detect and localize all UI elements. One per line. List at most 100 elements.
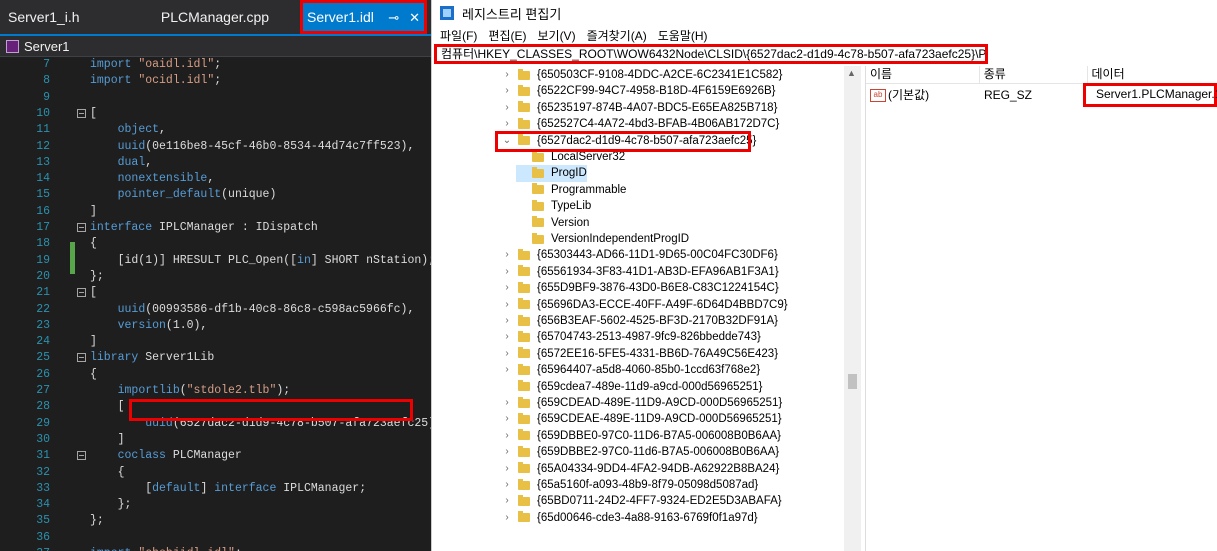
chevron-right-icon[interactable]: › <box>502 444 512 460</box>
chevron-right-icon[interactable]: › <box>502 297 512 313</box>
tree-key[interactable]: › {65BD0711-24D2-4FF7-9324-ED2E5D3ABAFA} <box>502 493 782 509</box>
chevron-right-icon[interactable]: › <box>502 510 512 526</box>
tree-key[interactable]: › {659CDEAE-489E-11D9-A9CD-000D56965251} <box>502 411 782 427</box>
tree-key[interactable]: ⌄ {6527dac2-d1d9-4c78-b507-afa723aefc25} <box>502 133 756 149</box>
tree-key[interactable]: › {650503CF-9108-4DDC-A2CE-6C2341E1C582} <box>502 67 782 83</box>
code-line[interactable]: 27 importlib("stdole2.tlb"); <box>0 383 431 399</box>
code-line[interactable]: 8 import "ocidl.idl"; <box>0 73 431 89</box>
tree-key[interactable]: › {65d00646-cde3-4a88-9163-6769f0f1a97d} <box>502 510 758 526</box>
tree-subkey[interactable]: Version <box>516 215 589 231</box>
chevron-right-icon[interactable]: › <box>502 346 512 362</box>
tab-plcmanager-cpp[interactable]: PLCManager.cpp <box>130 0 300 34</box>
collapse-icon[interactable] <box>77 353 86 363</box>
tree-key[interactable]: › {659CDEAD-489E-11D9-A9CD-000D56965251} <box>502 395 782 411</box>
tab-server1-i-h[interactable]: Server1_i.h <box>0 0 130 34</box>
tree-scrollbar[interactable]: ▲ <box>844 66 861 551</box>
pin-icon[interactable]: ⊸ <box>388 10 399 25</box>
tree-key[interactable]: › {6572EE16-5FE5-4331-BB6D-76A49C56E423} <box>502 346 778 362</box>
tree-key[interactable]: › {65235197-874B-4A07-BDC5-E65EA825B718} <box>502 100 777 116</box>
chevron-right-icon[interactable]: › <box>502 280 512 296</box>
collapse-icon[interactable] <box>77 288 86 298</box>
tree-key[interactable]: › {65a5160f-a093-48b9-8f79-05098d5087ad} <box>502 477 758 493</box>
tree-key[interactable]: › {6522CF99-94C7-4958-B18D-4F6159E6926B} <box>502 83 775 99</box>
code-line[interactable]: 9 <box>0 90 431 106</box>
code-line[interactable]: 12 uuid(0e116be8-45cf-46b0-8534-44d74c7f… <box>0 139 431 155</box>
code-line[interactable]: 34 }; <box>0 497 431 513</box>
tree-key[interactable]: › {652527C4-4A72-4bd3-BFAB-4B06AB172D7C} <box>502 116 779 132</box>
tab-server1-idl[interactable]: Server1.idl ⊸ ✕ <box>300 0 427 34</box>
code-line[interactable]: 11 object, <box>0 122 431 138</box>
chevron-right-icon[interactable]: › <box>502 83 512 99</box>
object-dropdown[interactable]: Server1 <box>0 36 431 57</box>
collapse-icon[interactable] <box>77 108 86 118</box>
chevron-right-icon[interactable]: › <box>502 247 512 263</box>
code-line[interactable]: 25 library Server1Lib <box>0 350 431 366</box>
code-line[interactable]: 30 ] <box>0 432 431 448</box>
tree-key[interactable]: › {65303443-AD66-11D1-9D65-00C04FC30DF6} <box>502 247 778 263</box>
column-data[interactable]: 데이터 <box>1088 66 1217 83</box>
code-line[interactable]: 36 <box>0 530 431 546</box>
code-line[interactable]: 37 import "shobjidl.idl"; <box>0 546 431 551</box>
column-name[interactable]: 이름 <box>866 66 980 83</box>
code-line[interactable]: 13 dual, <box>0 155 431 171</box>
chevron-right-icon[interactable]: › <box>502 461 512 477</box>
close-icon[interactable]: ✕ <box>409 10 420 25</box>
chevron-right-icon[interactable]: › <box>502 395 512 411</box>
tree-subkey[interactable]: TypeLib <box>516 198 591 214</box>
chevron-right-icon[interactable]: › <box>502 67 512 83</box>
code-line[interactable]: 29 uuid(6527dac2-d1d9-4c78-b507-afa723ae… <box>0 416 431 432</box>
code-line[interactable]: 18 { <box>0 236 431 252</box>
tree-key[interactable]: › {65696DA3-ECCE-40FF-A49F-6D64D4BBD7C9} <box>502 297 788 313</box>
tree-subkey[interactable]: VersionIndependentProgID <box>516 231 689 247</box>
menu-file[interactable]: 파일(F) <box>440 27 477 44</box>
chevron-down-icon[interactable]: ⌄ <box>502 133 512 149</box>
code-line[interactable]: 22 uuid(00993586-df1b-40c8-86c8-c598ac59… <box>0 302 431 318</box>
code-line[interactable]: 33 [default] interface IPLCManager; <box>0 481 431 497</box>
collapse-icon[interactable] <box>77 223 86 232</box>
code-line[interactable]: 16] <box>0 204 431 220</box>
chevron-right-icon[interactable]: › <box>502 428 512 444</box>
code-line[interactable]: 31 coclass PLCManager <box>0 448 431 464</box>
menu-favorites[interactable]: 즐겨찾기(A) <box>587 27 647 44</box>
chevron-right-icon[interactable]: › <box>502 264 512 280</box>
tree-subkey[interactable]: LocalServer32 <box>516 149 625 165</box>
tree-key[interactable]: {659cdea7-489e-11d9-a9cd-000d56965251} <box>502 379 763 395</box>
collapse-icon[interactable] <box>77 451 86 461</box>
tree-key[interactable]: › {659DBBE2-97C0-11d6-B7A5-006008B0B6AA} <box>502 444 779 460</box>
menu-view[interactable]: 보기(V) <box>537 27 575 44</box>
chevron-right-icon[interactable]: › <box>502 493 512 509</box>
code-line[interactable]: 28 [ <box>0 399 431 415</box>
code-line[interactable]: 19 [id(1)] HRESULT PLC_Open([in] SHORT n… <box>0 253 431 269</box>
tree-key[interactable]: › {65704743-2513-4987-9fc9-826bbedde743} <box>502 329 761 345</box>
chevron-right-icon[interactable]: › <box>502 411 512 427</box>
tree-key[interactable]: › {655D9BF9-3876-43D0-B6E8-C83C1224154C} <box>502 280 779 296</box>
chevron-right-icon[interactable]: › <box>502 329 512 345</box>
code-line[interactable]: 26 { <box>0 367 431 383</box>
code-line[interactable]: 23 version(1.0), <box>0 318 431 334</box>
menu-edit[interactable]: 편집(E) <box>488 27 526 44</box>
address-bar[interactable]: 컴퓨터\HKEY_CLASSES_ROOT\WOW6432Node\CLSID\… <box>434 44 988 64</box>
chevron-right-icon[interactable]: › <box>502 362 512 378</box>
tree-subkey[interactable]: ProgID <box>516 165 587 182</box>
tree-key[interactable]: › {65964407-a5d8-4060-85b0-1ccd63f768e2} <box>502 362 760 378</box>
tree-key[interactable]: › {65561934-3F83-41D1-AB3D-EFA96AB1F3A1} <box>502 264 779 280</box>
scroll-thumb[interactable] <box>848 374 857 389</box>
menu-help[interactable]: 도움말(H) <box>658 27 708 44</box>
code-line[interactable]: 21 [ <box>0 285 431 301</box>
tree-subkey[interactable]: Programmable <box>516 182 626 198</box>
tree-key[interactable]: › {659DBBE0-97C0-11D6-B7A5-006008B0B6AA} <box>502 428 781 444</box>
code-line[interactable]: 35}; <box>0 513 431 529</box>
scroll-up-icon[interactable]: ▲ <box>847 68 856 78</box>
code-line[interactable]: 7 import "oaidl.idl"; <box>0 57 431 73</box>
tree-key[interactable]: › {65A04334-9DD4-4FA2-94DB-A62922B8BA24} <box>502 461 779 477</box>
code-line[interactable]: 15 pointer_default(unique) <box>0 187 431 203</box>
tree-key[interactable]: › {656B3EAF-5602-4525-BF3D-2170B32DF91A} <box>502 313 778 329</box>
registry-tree[interactable]: ▲ › {650503CF-9108-4DDC-A2CE-6C2341E1C582… <box>432 66 866 551</box>
chevron-right-icon[interactable]: › <box>502 313 512 329</box>
chevron-right-icon[interactable]: › <box>502 100 512 116</box>
code-line[interactable]: 14 nonextensible, <box>0 171 431 187</box>
code-line[interactable]: 32 { <box>0 465 431 481</box>
chevron-right-icon[interactable]: › <box>502 477 512 493</box>
code-line[interactable]: 24] <box>0 334 431 350</box>
code-line[interactable]: 10 [ <box>0 106 431 122</box>
